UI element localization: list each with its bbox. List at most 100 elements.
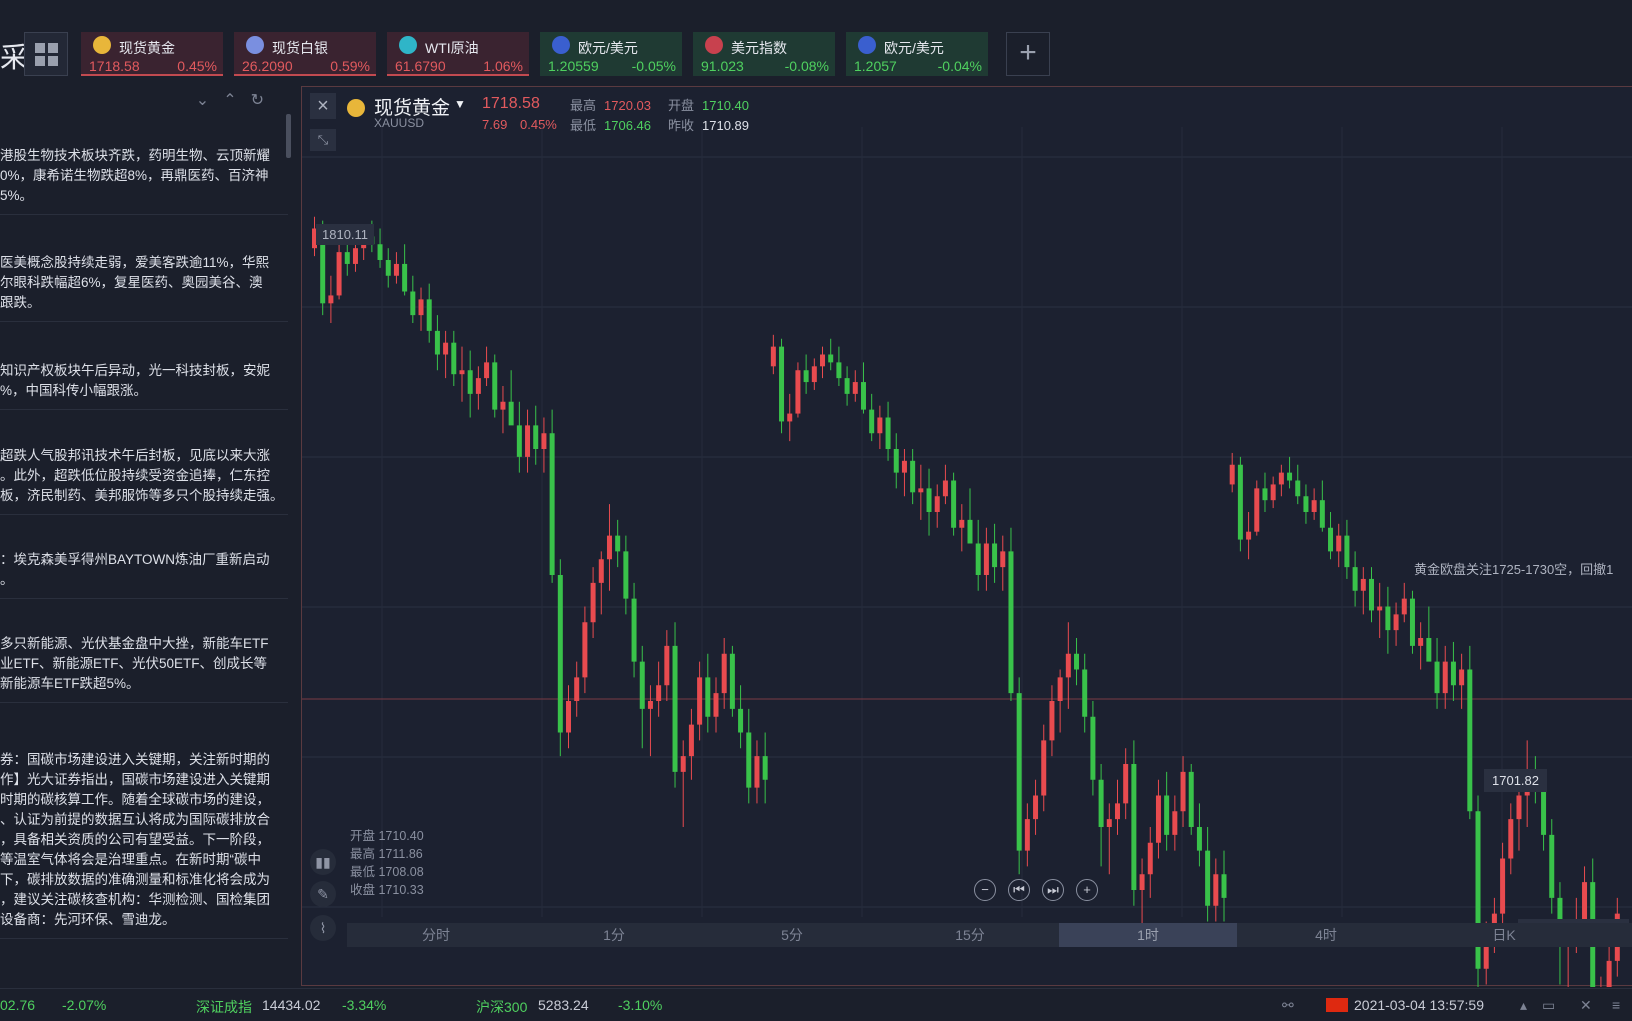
zoom-out-button[interactable]: − — [974, 879, 996, 901]
candle-body[interactable] — [516, 425, 522, 457]
tools-icon[interactable]: ✕ — [1580, 997, 1592, 1014]
candle-body[interactable] — [1508, 819, 1514, 859]
candle-body[interactable] — [393, 263, 399, 276]
news-item[interactable]: 多只新能源、光伏基金盘中大挫，新能车ETF 业ETF、新能源ETF、光伏50ET… — [0, 634, 288, 703]
candle-body[interactable] — [1114, 803, 1120, 820]
candle-body[interactable] — [385, 260, 391, 276]
candle-body[interactable] — [803, 370, 809, 383]
news-item[interactable]: 医美概念股持续走弱，爱美客跌逾11%，华熙 尔眼科跌幅超6%，复星医药、奥园美谷… — [0, 253, 288, 322]
candle-body[interactable] — [975, 543, 981, 576]
candle-body[interactable] — [893, 449, 899, 473]
candle-body[interactable] — [1131, 764, 1137, 890]
candle-body[interactable] — [533, 425, 539, 449]
candle-body[interactable] — [426, 299, 432, 331]
candle-body[interactable] — [934, 496, 940, 512]
timeframe-tab[interactable]: 4时 — [1237, 923, 1415, 947]
zoom-in-button[interactable]: + — [1076, 879, 1098, 901]
candle-body[interactable] — [1450, 661, 1456, 686]
candle-body[interactable] — [590, 582, 596, 623]
candle-body[interactable] — [918, 488, 924, 493]
candle-body[interactable] — [1319, 500, 1325, 528]
candle-body[interactable] — [1606, 960, 1612, 987]
candle-body[interactable] — [1352, 567, 1358, 591]
candle-body[interactable] — [459, 370, 465, 375]
candle-body[interactable] — [746, 732, 752, 788]
candle-body[interactable] — [1057, 677, 1063, 701]
candle-body[interactable] — [1459, 669, 1465, 686]
candle-body[interactable] — [1442, 661, 1448, 694]
candle-body[interactable] — [549, 433, 555, 575]
candle-body[interactable] — [1516, 795, 1522, 820]
candle-body[interactable] — [525, 425, 531, 457]
candle-body[interactable] — [1024, 819, 1030, 851]
news-item[interactable]: 知识产权板块午后异动，光一科技封板，安妮 %，中国科传小幅跟涨。 — [0, 361, 288, 410]
screen-icon[interactable]: ▭ — [1542, 997, 1555, 1014]
candle-body[interactable] — [820, 354, 826, 367]
candle-body[interactable] — [1205, 850, 1211, 906]
news-item[interactable]: 券：国碳市场建设进入关键期，关注新时期的 作】光大证券指出，国碳市场建设进入关键… — [0, 750, 288, 939]
caret-up-icon[interactable]: ▴ — [1520, 997, 1527, 1014]
draw-pen-icon[interactable]: ✎ — [310, 881, 336, 907]
candle-body[interactable] — [1344, 535, 1350, 568]
candle-body[interactable] — [1155, 795, 1161, 843]
candle-body[interactable] — [1287, 472, 1293, 481]
candle-body[interactable] — [352, 248, 358, 264]
candle-body[interactable] — [598, 559, 604, 583]
candle-body[interactable] — [1377, 606, 1383, 611]
candle-body[interactable] — [451, 342, 457, 375]
candle-body[interactable] — [1270, 484, 1276, 501]
candle-body[interactable] — [672, 645, 678, 772]
candle-body[interactable] — [1385, 606, 1391, 631]
candle-body[interactable] — [1065, 653, 1071, 678]
candle-body[interactable] — [410, 291, 416, 316]
candle-body[interactable] — [1409, 598, 1415, 646]
candle-body[interactable] — [697, 677, 703, 725]
ticker-2[interactable]: WTI原油 61.6790 1.06% — [387, 32, 529, 76]
candle-body[interactable] — [566, 701, 572, 733]
index3-name[interactable]: 沪深300 — [476, 997, 527, 1017]
candle-body[interactable] — [770, 346, 776, 367]
candle-body[interactable] — [1180, 771, 1186, 812]
collapse-all-icon[interactable]: ⌄ — [196, 92, 223, 109]
candle-body[interactable] — [828, 354, 834, 363]
candle-body[interactable] — [1090, 716, 1096, 780]
candle-body[interactable] — [721, 653, 727, 694]
candle-body[interactable] — [951, 480, 957, 528]
candle-body[interactable] — [1401, 598, 1407, 615]
indicator-icon[interactable]: ▮▮ — [310, 849, 336, 875]
candle-body[interactable] — [1098, 779, 1104, 827]
candle-body[interactable] — [1500, 858, 1506, 914]
ticker-4[interactable]: 美元指数 91.023 -0.08% — [693, 32, 835, 76]
candle-body[interactable] — [508, 401, 514, 426]
candle-body[interactable] — [1328, 527, 1334, 552]
candle-body[interactable] — [754, 756, 760, 788]
candle-body[interactable] — [1246, 531, 1252, 540]
candle-body[interactable] — [541, 433, 547, 449]
candle-body[interactable] — [729, 653, 735, 709]
candle-body[interactable] — [1278, 472, 1284, 485]
candle-body[interactable] — [713, 693, 719, 717]
candle-body[interactable] — [606, 535, 612, 560]
candle-body[interactable] — [328, 295, 334, 304]
candle-body[interactable] — [664, 645, 670, 686]
candle-body[interactable] — [885, 417, 891, 450]
candle-body[interactable] — [582, 622, 588, 678]
candle-body[interactable] — [942, 480, 948, 497]
candle-body[interactable] — [869, 409, 875, 434]
candle-body[interactable] — [1000, 551, 1006, 568]
candle-body[interactable] — [377, 244, 383, 260]
candle-body[interactable] — [1303, 496, 1309, 512]
jump-start-button[interactable]: ⏮ — [1008, 879, 1030, 901]
ticker-0[interactable]: 现货黄金 1718.58 0.45% — [81, 32, 223, 76]
ticker-1[interactable]: 现货白银 26.2090 0.59% — [234, 32, 376, 76]
candle-body[interactable] — [844, 378, 850, 394]
timeframe-tab[interactable]: 1时 — [1059, 923, 1237, 947]
candle-body[interactable] — [983, 543, 989, 576]
candle-body[interactable] — [877, 417, 883, 434]
candle-body[interactable] — [811, 366, 817, 383]
candle-body[interactable] — [1041, 740, 1047, 796]
timeframe-tab[interactable]: 5分 — [703, 923, 881, 947]
connection-icon[interactable]: ⚯ — [1282, 997, 1294, 1014]
candle-body[interactable] — [1467, 669, 1473, 812]
candle-body[interactable] — [1295, 480, 1301, 497]
